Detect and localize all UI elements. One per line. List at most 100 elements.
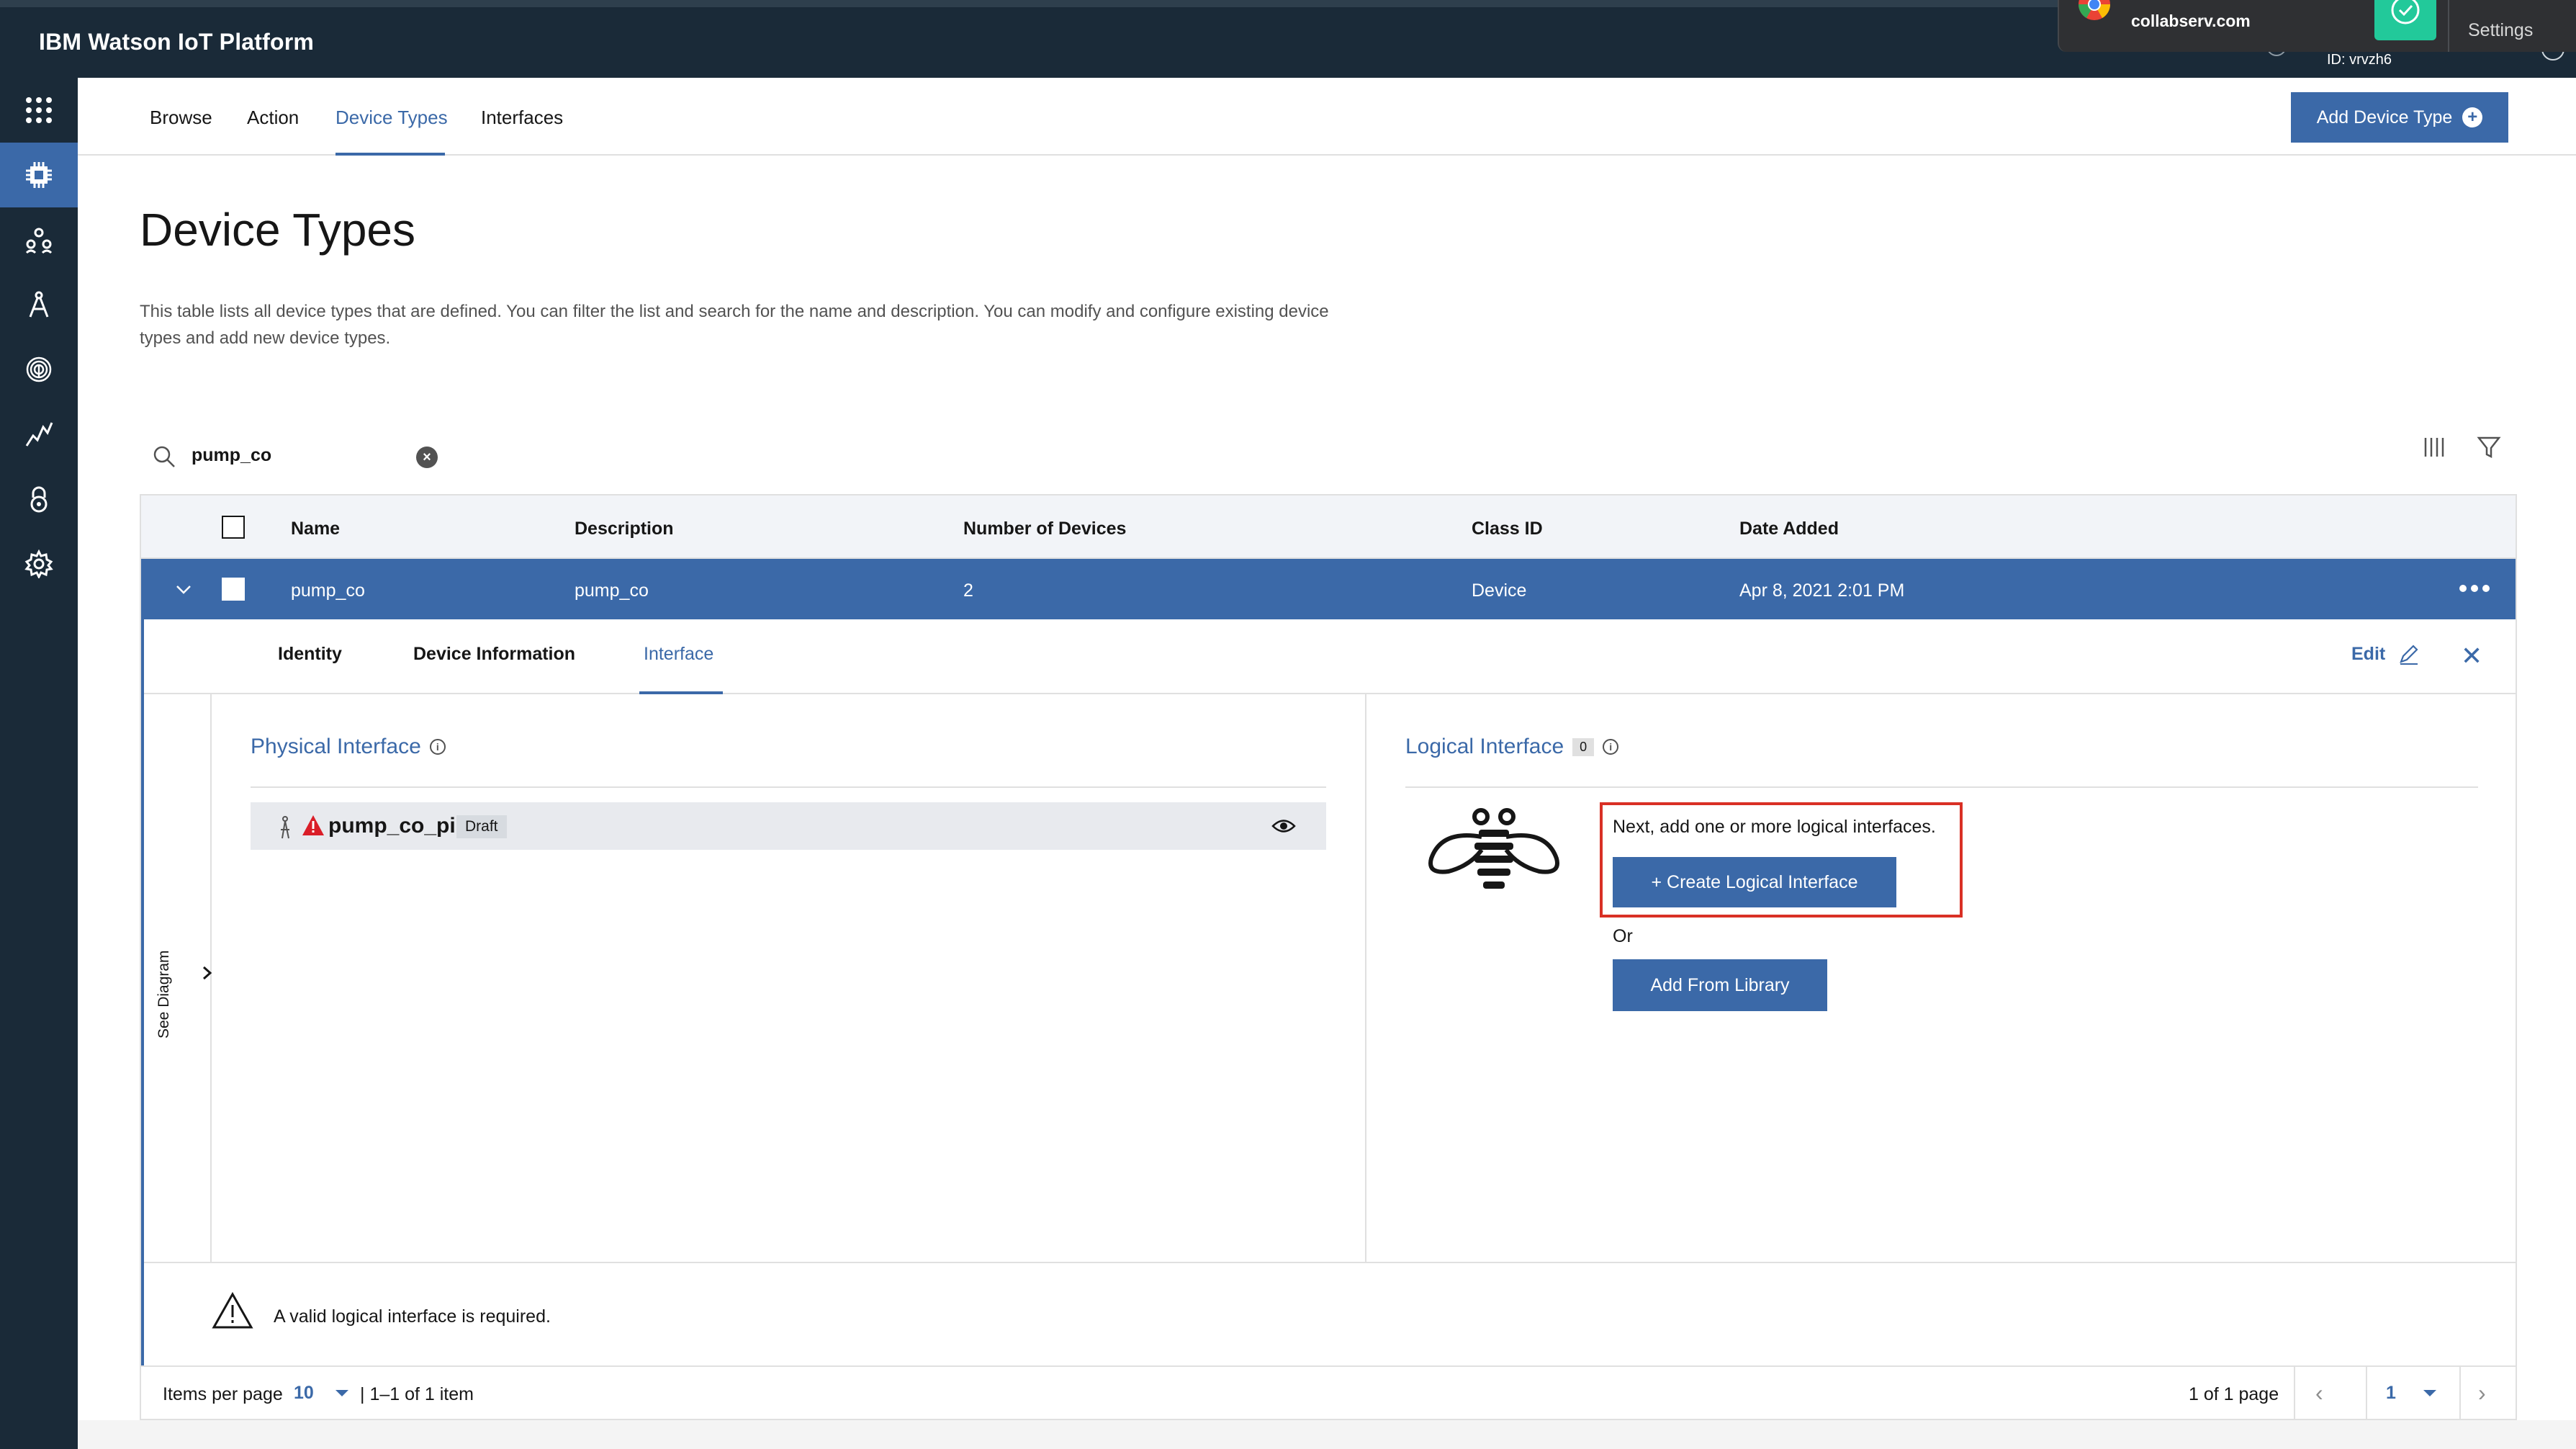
tab-action[interactable]: Action (247, 107, 299, 129)
add-circle-icon: + (2462, 107, 2483, 127)
add-device-type-button[interactable]: Add Device Type + (2291, 92, 2508, 143)
item-range: | 1–1 of 1 item (360, 1384, 474, 1404)
table-row[interactable] (141, 559, 2516, 619)
page-select[interactable]: 1 (2386, 1383, 2396, 1404)
left-rail (0, 78, 78, 1449)
rail-item-devices[interactable] (0, 143, 78, 207)
search-icon (153, 446, 175, 467)
notification-check-button[interactable] (2374, 0, 2436, 40)
device-types-table: Name Description Number of Devices Class… (140, 494, 2517, 1420)
clear-search-icon[interactable]: × (416, 447, 438, 468)
tab-device-information[interactable]: Device Information (413, 644, 575, 665)
table-header: Name Description Number of Devices Class… (141, 495, 2516, 559)
apps-grid-icon (26, 97, 52, 123)
logical-interface-heading: Logical Interface 0 i (1405, 735, 2478, 759)
notification-settings-button[interactable]: Settings (2468, 20, 2533, 41)
add-device-type-label: Add Device Type (2316, 107, 2453, 127)
items-per-page-select[interactable]: 10 (294, 1383, 314, 1404)
info-icon[interactable]: i (1603, 739, 1619, 755)
secondary-nav: Browse Action Device Types Interfaces (78, 78, 2576, 156)
tab-device-types[interactable]: Device Types (335, 107, 448, 129)
panel-divider (1365, 694, 1366, 1262)
filter-icon[interactable] (2477, 435, 2501, 459)
apps-compass-icon (29, 291, 49, 318)
logical-interface-count: 0 (1572, 737, 1595, 756)
validation-warning-text: A valid logical interface is required. (274, 1306, 551, 1327)
row-description: pump_co (575, 580, 649, 601)
chevron-right-icon[interactable] (200, 962, 215, 984)
brand-title[interactable]: IBM Watson IoT Platform (39, 29, 314, 55)
rail-item-security[interactable] (0, 467, 78, 531)
expanded-row-panel: Identity Device Information Interface Ed… (141, 619, 2516, 1365)
validation-warning: A valid logical interface is required. (144, 1262, 2516, 1365)
tab-interfaces[interactable]: Interfaces (481, 107, 563, 129)
status-badge: Draft (456, 815, 507, 838)
row-devices: 2 (963, 580, 973, 601)
page-footer-band (78, 1420, 2576, 1449)
org-id: ID: vrvzh6 (2327, 52, 2392, 68)
logical-interface-title: Logical Interface (1405, 735, 1564, 758)
rail-item-members[interactable] (0, 207, 78, 272)
see-diagram-toggle[interactable]: See Diagram (144, 694, 212, 1262)
check-icon (2391, 0, 2420, 24)
page-title: Device Types (140, 204, 415, 256)
next-page-icon[interactable]: › (2478, 1380, 2486, 1407)
row-checkbox[interactable] (222, 578, 245, 601)
tab-identity[interactable]: Identity (278, 644, 342, 665)
pencil-icon[interactable] (2397, 642, 2420, 665)
rail-item-usage[interactable] (0, 402, 78, 467)
create-logical-interface-button[interactable]: + Create Logical Interface (1613, 857, 1896, 907)
edit-link[interactable]: Edit (2351, 644, 2385, 665)
see-diagram-label: See Diagram (156, 950, 172, 1038)
column-header-description[interactable]: Description (575, 519, 674, 539)
overflow-menu-icon[interactable] (2459, 585, 2490, 592)
column-header-devices[interactable]: Number of Devices (963, 519, 1126, 539)
notification-banner: collabserv.com Settings (2058, 0, 2576, 52)
columns-icon[interactable] (2422, 435, 2446, 459)
rail-item-settings[interactable] (0, 531, 78, 596)
notification-divider (2448, 0, 2449, 52)
physical-interface-section: Physical Interface i pump_co_pi Draft (251, 735, 1326, 850)
row-date-added: Apr 8, 2021 2:01 PM (1739, 580, 1905, 601)
column-header-class-id[interactable]: Class ID (1472, 519, 1543, 539)
usage-chart-icon (25, 422, 53, 447)
add-from-library-button[interactable]: Add From Library (1613, 959, 1827, 1011)
caret-down-icon[interactable] (335, 1390, 348, 1396)
settings-gear-icon (24, 549, 53, 578)
search-input[interactable]: pump_co (192, 445, 271, 466)
bee-icon (1428, 808, 1559, 889)
or-text: Or (1613, 926, 1633, 946)
select-all-checkbox[interactable] (222, 516, 245, 539)
chip-icon (26, 162, 52, 188)
close-icon[interactable]: ✕ (2461, 641, 2482, 671)
rail-item-apps-compass[interactable] (0, 272, 78, 337)
row-class-id: Device (1472, 580, 1527, 601)
physical-interface-heading: Physical Interface i (251, 735, 1326, 759)
pager-divider (2294, 1367, 2295, 1420)
logical-next-text: Next, add one or more logical interfaces… (1613, 817, 1936, 837)
items-per-page-label: Items per page (163, 1384, 283, 1404)
eye-icon[interactable] (1271, 815, 1296, 837)
expanded-tabs: Identity Device Information Interface Ed… (144, 619, 2516, 694)
tab-interface[interactable]: Interface (644, 644, 713, 665)
column-header-name[interactable]: Name (291, 519, 340, 539)
rail-item-apps[interactable] (0, 78, 78, 143)
info-icon[interactable]: i (429, 739, 446, 755)
stick-figure-icon (281, 816, 289, 839)
section-divider (251, 786, 1326, 788)
caret-down-icon[interactable] (2423, 1390, 2436, 1396)
row-name: pump_co (291, 580, 365, 601)
tab-browse[interactable]: Browse (150, 107, 212, 129)
column-header-date-added[interactable]: Date Added (1739, 519, 1839, 539)
security-lock-icon (30, 486, 48, 513)
rail-item-identity[interactable] (0, 337, 78, 402)
physical-interface-item[interactable]: pump_co_pi Draft (251, 802, 1326, 850)
warning-outline-icon (212, 1292, 253, 1329)
active-tab-indicator (335, 153, 445, 156)
chevron-down-icon[interactable] (173, 579, 194, 601)
members-icon (25, 228, 53, 254)
prev-page-icon[interactable]: ‹ (2315, 1380, 2323, 1407)
physical-interface-name: pump_co_pi (328, 814, 456, 838)
pager-divider (2459, 1367, 2461, 1420)
page-description: This table lists all device types that a… (140, 302, 1329, 348)
